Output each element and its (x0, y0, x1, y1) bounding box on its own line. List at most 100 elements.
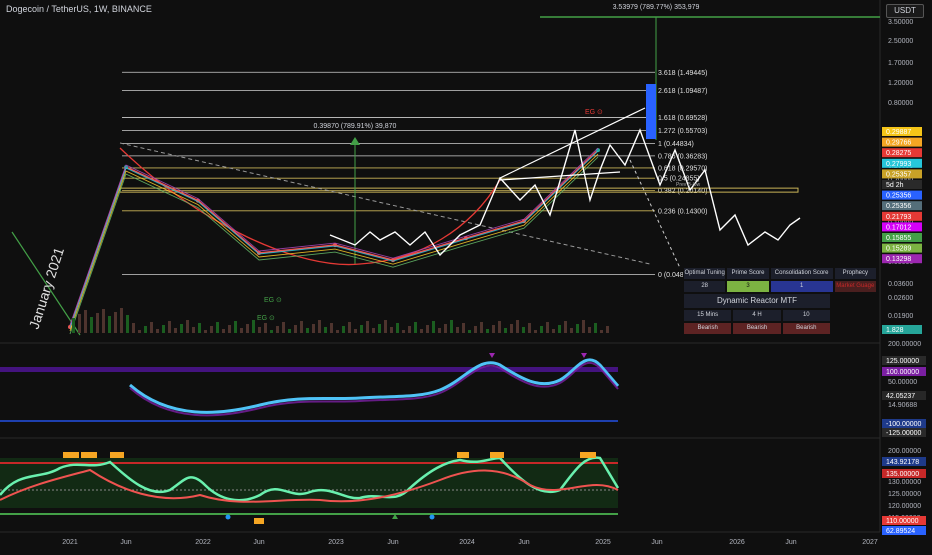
osc2-tick: 120.00000 (888, 503, 921, 510)
price-tag: 0.13298 (886, 256, 911, 263)
time-tick: 2023 (328, 539, 344, 546)
volume-bar (174, 328, 177, 333)
time-tick: Jun (120, 539, 131, 546)
volume-bar (366, 321, 369, 333)
volume-bar (72, 318, 75, 333)
volume-bar (234, 321, 237, 333)
osc2-label-3 (110, 452, 124, 458)
prev-label: Prev B-low (676, 182, 701, 188)
volume-bar (108, 316, 111, 333)
volume-bar (450, 320, 453, 333)
volume-bar (78, 314, 81, 333)
osc2-label-4 (457, 452, 469, 458)
panel-tf-10: 10 (781, 309, 831, 322)
volume-bar (144, 326, 147, 333)
osc2-label-1 (63, 452, 79, 458)
price-tag: 0.25356 (886, 193, 911, 200)
volume-bar (498, 321, 501, 333)
osc2-label-7 (254, 518, 264, 524)
price-tag: 0.15855 (886, 235, 911, 242)
volume-bar (354, 329, 357, 333)
volume-bar (102, 309, 105, 333)
osc1-tag: -100.00000 (886, 421, 922, 428)
volume-bar (150, 322, 153, 333)
volume-bar (300, 321, 303, 333)
volume-bar (330, 323, 333, 333)
panel-signal-10: Bearish (781, 322, 831, 335)
volume-bar (438, 328, 441, 333)
panel-header-optimal: Optimal Tuning (683, 267, 727, 280)
panel-header-prophecy: Prophecy (833, 267, 877, 280)
volume-bar (240, 328, 243, 333)
price-tag: 0.25356 (886, 203, 911, 210)
volume-bar (384, 320, 387, 333)
volume-bar (126, 315, 129, 333)
volume-bar (504, 328, 507, 333)
panel-signal-row: Bearish Bearish Bearish (683, 322, 831, 335)
panel-title-row: Dynamic Reactor MTF (683, 293, 831, 309)
volume-bar (480, 322, 483, 333)
price-tick: 3.50000 (888, 19, 913, 26)
currency-button[interactable]: USDT (886, 4, 924, 18)
panel-header-row: Optimal Tuning Prime Score Consolidation… (683, 267, 877, 280)
panel-value-optimal: 28 (683, 280, 727, 293)
price-tag: 0.29766 (886, 140, 911, 147)
volume-bar (342, 326, 345, 333)
price-tick: 0.03600 (888, 281, 913, 288)
panel-value-prophecy: Market Guage (833, 280, 877, 293)
volume-bar (246, 324, 249, 333)
volume-bar (336, 330, 339, 333)
osc1-tick: 14.90688 (888, 402, 917, 409)
osc2-tag: 110.00000 (886, 518, 919, 525)
panel-header-consolidation: Consolidation Score (769, 267, 834, 280)
osc2-label-6 (580, 452, 596, 458)
volume-bar (492, 325, 495, 333)
price-tag: 0.17012 (886, 224, 911, 231)
price-tag: 1.828 (886, 327, 904, 334)
volume-bar (600, 330, 603, 333)
time-tick: 2022 (195, 539, 211, 546)
osc2-label-2 (81, 452, 97, 458)
volume-bar (444, 324, 447, 333)
volume-bar (546, 322, 549, 333)
chart-stage: 3.53979 (789.77%) 353,979 3.618 (1.49445… (0, 0, 932, 550)
volume-bar (264, 323, 267, 333)
measure-label: 0.39870 (789.91%) 39,870 (314, 123, 397, 130)
fib-label-4: 1 (0.44834) (658, 141, 694, 148)
volume-bar (468, 330, 471, 333)
volume-bar (456, 327, 459, 333)
volume-bar (420, 329, 423, 333)
price-tag: 0.28275 (886, 150, 911, 157)
time-tick: 2025 (595, 539, 611, 546)
volume-bar (426, 325, 429, 333)
volume-bar (276, 326, 279, 333)
volume-bar (348, 322, 351, 333)
time-tick: 2021 (62, 539, 78, 546)
volume-bar (132, 323, 135, 333)
time-tick: Jun (387, 539, 398, 546)
panel-tf-row: 15 Mins 4 H 10 (683, 309, 831, 322)
osc2-tag: 62.89524 (886, 528, 915, 535)
volume-bar (534, 330, 537, 333)
price-tick: 1.70000 (888, 60, 913, 67)
panel-header-prime: Prime Score (726, 267, 770, 280)
time-tick: 2024 (459, 539, 475, 546)
volume-bar (282, 322, 285, 333)
volume-bar (156, 329, 159, 333)
fib-label-3: 1.272 (0.55703) (658, 128, 707, 135)
price-tick: 0.02600 (888, 295, 913, 302)
osc1-tag: 42.05237 (886, 393, 915, 400)
fib-label-8: 0.382 (0.20140) (658, 188, 707, 195)
volume-bar (462, 323, 465, 333)
fib-label-5: 0.786 (0.36283) (658, 153, 707, 160)
volume-bar (138, 330, 141, 333)
volume-bar (186, 320, 189, 333)
price-tag: 0.21793 (886, 214, 911, 221)
volume-bar (306, 328, 309, 333)
fib-label-9: 0.236 (0.14300) (658, 208, 707, 215)
volume-bar (432, 321, 435, 333)
price-tick: 0.80000 (888, 100, 913, 107)
osc2-dot-2 (429, 514, 435, 520)
volume-bar (222, 329, 225, 333)
osc2-dot-1 (225, 514, 231, 520)
